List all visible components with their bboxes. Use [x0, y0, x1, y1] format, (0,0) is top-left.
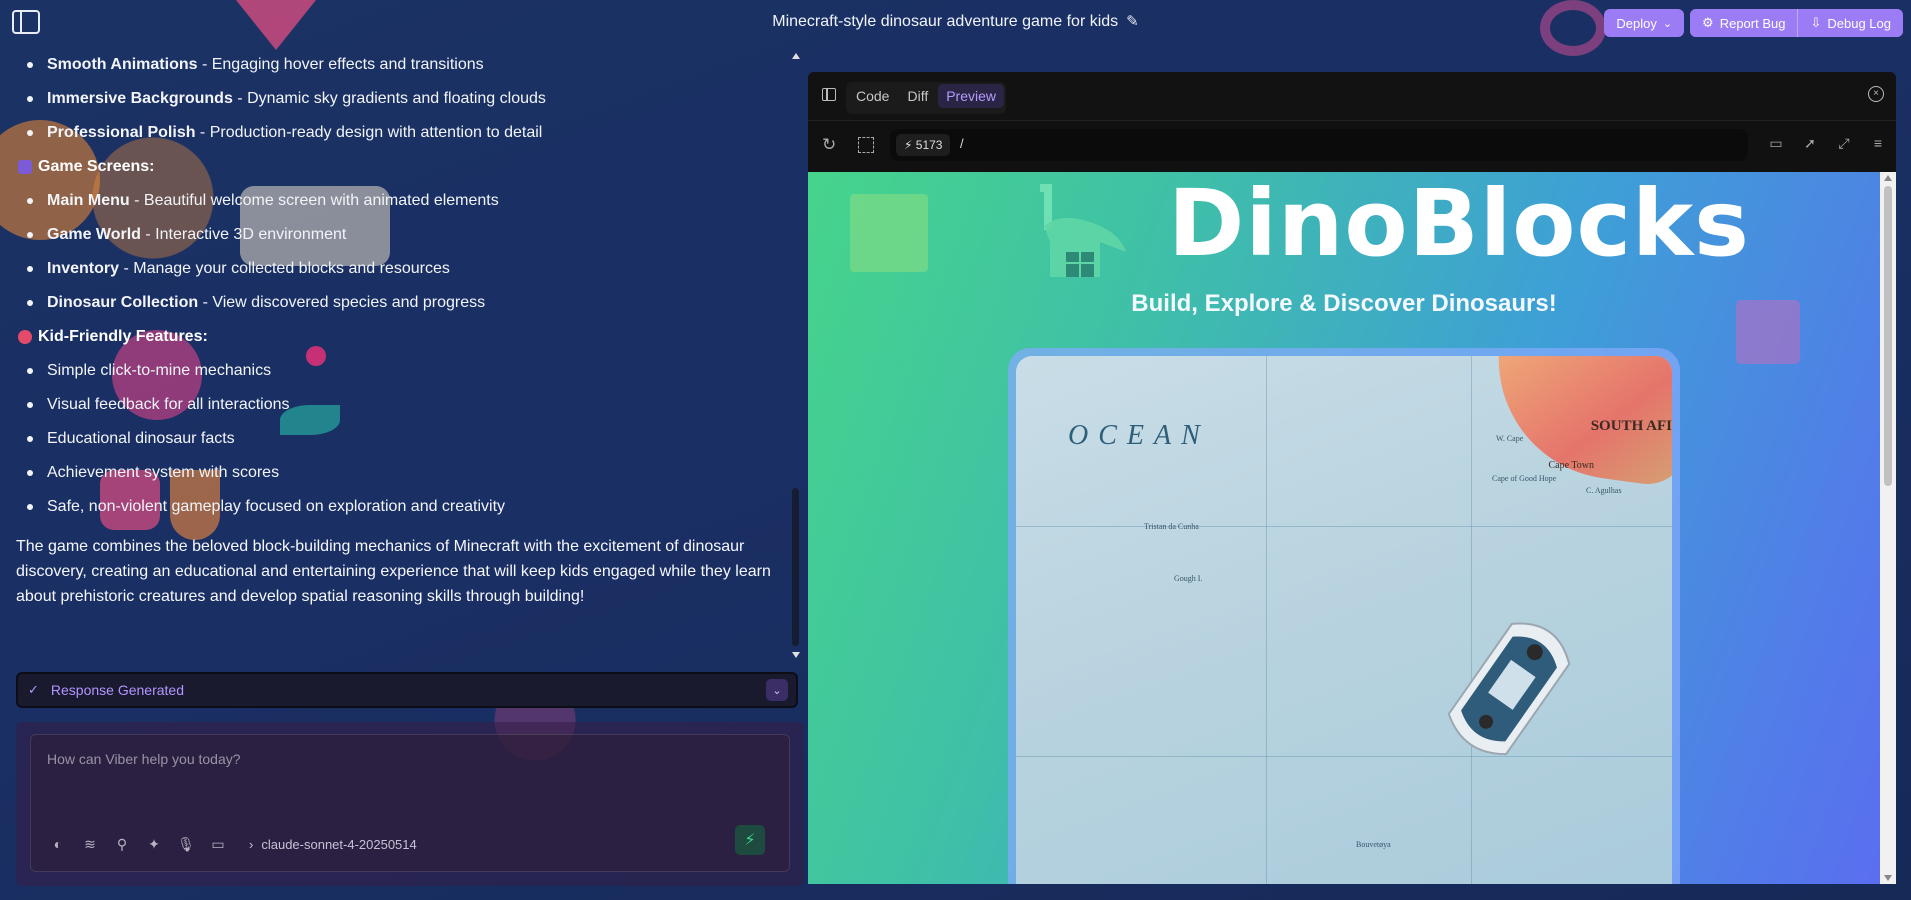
map-place-label: W. Cape — [1496, 434, 1524, 443]
model-selector[interactable]: claude-sonnet-4-20250514 — [261, 837, 416, 852]
microphone-icon[interactable]: 🎙 — [177, 835, 195, 853]
chat-messages[interactable]: Smooth Animations - Engaging hover effec… — [0, 48, 790, 668]
scroll-up-arrow-icon[interactable] — [792, 53, 800, 59]
project-title: Minecraft-style dinosaur adventure game … — [772, 13, 1119, 30]
composer: How can Viber help you today? ◐ ≋ ⚲ ✦ 🎙 … — [16, 722, 804, 886]
port-badge[interactable]: ⚡ 5173 — [896, 134, 951, 156]
composer-toolbar: ◐ ≋ ⚲ ✦ 🎙 ▭ › claude-sonnet-4-20250514 — [49, 835, 417, 853]
list-item: Smooth Animations - Engaging hover effec… — [27, 48, 790, 82]
reload-icon[interactable]: ↻ — [822, 135, 836, 155]
floating-block — [850, 194, 928, 272]
scroll-up-arrow-icon[interactable] — [1884, 175, 1892, 181]
preview-pane: Code Diff Preview × ↻ ⚡ 5173 / ▭ ➚ ⤢ ≡ D… — [808, 72, 1896, 884]
feature-list: Smooth Animations - Engaging hover effec… — [0, 48, 790, 150]
section-heading-game-screens: Game Screens: — [0, 150, 790, 184]
sparkle-icon[interactable]: ✦ — [145, 835, 163, 853]
scroll-down-arrow-icon[interactable] — [792, 652, 800, 658]
top-actions: Deploy ⌄ ⚙ Report Bug ⇩ Debug Log — [1604, 9, 1903, 37]
response-status-text: Response Generated — [50, 682, 184, 698]
debug-log-button[interactable]: ⇩ Debug Log — [1797, 9, 1903, 37]
lightning-icon: ⚡ — [744, 832, 756, 849]
dinosaur-logo-icon — [1040, 184, 1126, 277]
download-icon: ⇩ — [1810, 15, 1822, 30]
tab-diff[interactable]: Diff — [899, 84, 936, 108]
list-item: Simple click-to-mine mechanics — [27, 354, 790, 388]
prompt-input[interactable]: How can Viber help you today? ◐ ≋ ⚲ ✦ 🎙 … — [30, 734, 790, 872]
report-bug-button[interactable]: ⚙ Report Bug — [1690, 9, 1798, 37]
list-item: Visual feedback for all interactions — [27, 388, 790, 422]
tab-code[interactable]: Code — [848, 84, 897, 108]
prompt-placeholder: How can Viber help you today? — [47, 751, 241, 767]
list-item: Achievement system with scores — [27, 456, 790, 490]
pencil-icon[interactable]: ✎ — [1126, 12, 1139, 30]
game-controller-icon — [18, 160, 32, 174]
select-area-icon[interactable] — [858, 137, 874, 153]
url-input[interactable]: ⚡ 5173 / — [890, 129, 1748, 161]
list-item: Main Menu - Beautiful welcome screen wit… — [27, 184, 790, 218]
app-preview: DinoBlocks Build, Explore & Discover Din… — [808, 172, 1880, 884]
menu-icon[interactable]: ≡ — [1870, 135, 1886, 151]
close-icon[interactable]: × — [1868, 86, 1884, 102]
scroll-down-arrow-icon[interactable] — [1884, 875, 1892, 881]
hero-map-image: OCEAN SOUTH AFI Cape Town Tristan da Cun… — [1016, 356, 1672, 884]
view-tabs: Code Diff Preview — [846, 82, 1007, 114]
figma-stripes-icon[interactable]: ≋ — [81, 835, 99, 853]
report-bug-label: Report Bug — [1719, 15, 1786, 31]
preview-scrollbar[interactable] — [1880, 172, 1896, 884]
map-city-label: Cape Town — [1548, 460, 1595, 471]
map-ocean-label: OCEAN — [1068, 420, 1210, 451]
list-item: Immersive Backgrounds - Dynamic sky grad… — [27, 82, 790, 116]
map-place-label: Gough I. — [1174, 574, 1203, 583]
tab-preview[interactable]: Preview — [938, 84, 1005, 108]
panel-toggle-icon[interactable] — [822, 88, 836, 101]
preview-header: Code Diff Preview × — [808, 72, 1896, 121]
hero-card: OCEAN SOUTH AFI Cape Town Tristan da Cun… — [1008, 348, 1680, 884]
chevron-right-icon[interactable]: › — [249, 837, 253, 852]
fullscreen-icon[interactable]: ⤢ — [1836, 135, 1852, 151]
game-screens-list: Main Menu - Beautiful welcome screen wit… — [0, 184, 790, 320]
preview-tools: ▭ ➚ ⤢ ≡ — [1768, 135, 1886, 151]
devices-icon[interactable]: ▭ — [1768, 135, 1784, 151]
kid-features-list: Simple click-to-mine mechanics Visual fe… — [0, 354, 790, 524]
chat-scrollbar-thumb[interactable] — [792, 488, 799, 646]
section-heading-kid-features: Kid-Friendly Features: — [0, 320, 790, 354]
map-place-label: Cape of Good Hope — [1492, 474, 1557, 483]
palette-icon[interactable]: ◐ — [49, 835, 67, 853]
chevron-down-icon[interactable]: ⌄ — [766, 679, 788, 701]
top-bar: Minecraft-style dinosaur adventure game … — [0, 0, 1911, 46]
preview-url-bar: ↻ ⚡ 5173 / ▭ ➚ ⤢ ≡ — [808, 121, 1896, 171]
map-country-label: SOUTH AFI — [1590, 418, 1672, 434]
chat-bubbles-icon[interactable]: ▭ — [209, 835, 227, 853]
list-item: Game World - Interactive 3D environment — [27, 218, 790, 252]
list-item: Inventory - Manage your collected blocks… — [27, 252, 790, 286]
debug-button-group: ⚙ Report Bug ⇩ Debug Log — [1690, 9, 1903, 37]
map-place-label: Tristan da Cunha — [1144, 522, 1199, 531]
map-place-label: C. Agulhas — [1586, 486, 1622, 495]
check-icon: ✓ — [28, 682, 39, 697]
summary-paragraph: The game combines the beloved block-buil… — [16, 538, 771, 605]
game-title: DinoBlocks — [1168, 172, 1750, 277]
chevron-down-icon: ⌄ — [1662, 17, 1673, 30]
map-place-label: Bouvetøya — [1356, 840, 1391, 849]
list-item: Dinosaur Collection - View discovered sp… — [27, 286, 790, 320]
preview-scrollbar-thumb[interactable] — [1884, 186, 1892, 486]
paperclip-icon[interactable]: ⚲ — [113, 835, 131, 853]
deploy-label: Deploy — [1616, 15, 1657, 31]
list-item: Safe, non-violent gameplay focused on ex… — [27, 490, 790, 524]
url-path: / — [960, 136, 964, 151]
send-button[interactable]: ⚡ — [735, 825, 765, 855]
list-item: Professional Polish - Production-ready d… — [27, 116, 790, 150]
list-item: Educational dinosaur facts — [27, 422, 790, 456]
debug-log-label: Debug Log — [1827, 15, 1891, 31]
toy-boat-image — [1447, 622, 1571, 756]
cursor-inspect-icon[interactable]: ➚ — [1802, 135, 1818, 151]
bug-icon: ⚙ — [1702, 15, 1714, 30]
target-icon — [18, 330, 32, 344]
deploy-button[interactable]: Deploy ⌄ — [1604, 9, 1685, 37]
response-status-bar[interactable]: ✓ Response Generated ⌄ — [16, 672, 798, 708]
chat-panel: Smooth Animations - Engaging hover effec… — [0, 48, 800, 668]
game-subtitle: Build, Explore & Discover Dinosaurs! — [1131, 290, 1557, 317]
